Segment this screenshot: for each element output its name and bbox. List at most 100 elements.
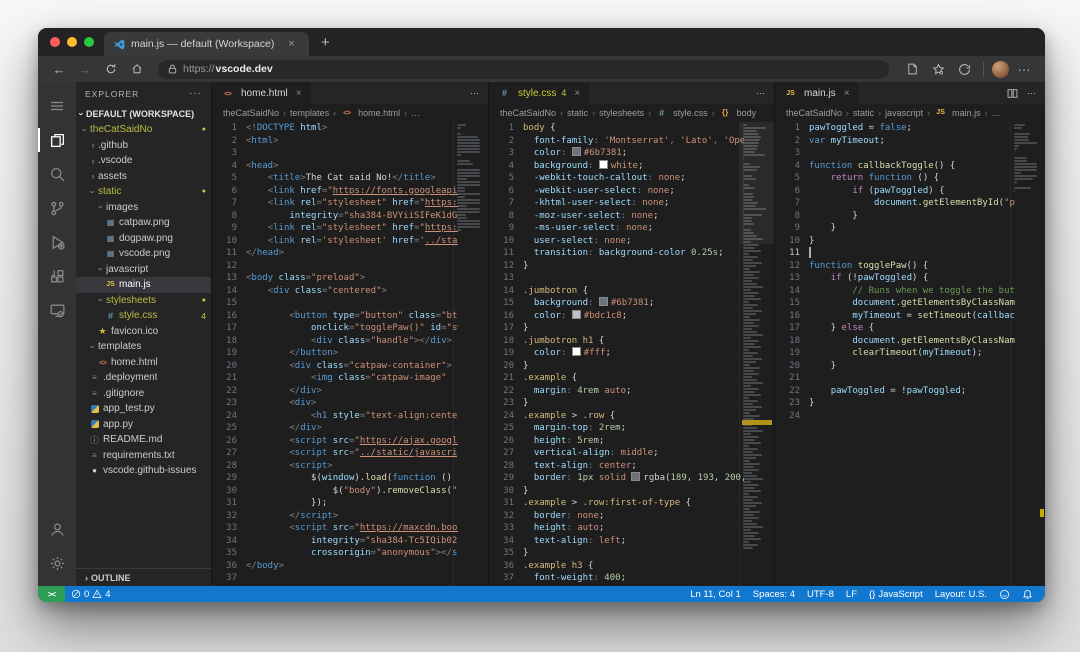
tree-item-catpaw.png[interactable]: ▦catpaw.png [76,215,211,231]
code-line[interactable]: 14 <div class="centered"> [212,285,458,298]
code-line[interactable]: 9 -ms-user-select: none; [489,222,744,235]
code-line[interactable]: 30 $("body").removeClass("preload"); [212,485,458,498]
status-spaces-4[interactable]: Spaces: 4 [747,586,801,602]
breadcrumb-item[interactable]: #style.css [655,108,708,118]
code-line[interactable]: 12} [489,260,744,273]
code-line[interactable]: 18 <div class="handle"></div> [212,335,458,348]
code-line[interactable]: 14.jumbotron { [489,285,744,298]
code-line[interactable]: 10 <link rel='stylesheet' href='../stati… [212,235,458,248]
code-line[interactable]: 34 text-align: left; [489,535,744,548]
code-line[interactable]: 24.example > .row { [489,410,744,423]
problems-status[interactable]: 04 [65,586,117,602]
code-line[interactable]: 13<body class="preload"> [212,272,458,285]
code-line[interactable]: 25 margin-top: 2rem; [489,422,744,435]
code-line[interactable]: 7 <link rel="stylesheet" href="https://m… [212,197,458,210]
breadcrumb-item[interactable]: static [853,108,874,118]
code-line[interactable]: 19 </button> [212,347,458,360]
back-icon[interactable]: ← [48,59,70,79]
code-line[interactable]: 25 </div> [212,422,458,435]
code-line[interactable]: 18.jumbotron h1 { [489,335,744,348]
code-line[interactable]: 33 height: auto; [489,522,744,535]
tree-item-vscode.png[interactable]: ▦vscode.png [76,246,211,262]
code-line[interactable]: 21 <img class="catpaw-image" [212,372,458,385]
code-line[interactable]: 27 vertical-align: middle; [489,447,744,460]
breadcrumb-item[interactable]: … [411,108,420,118]
code-line[interactable]: 8 -moz-user-select: none; [489,210,744,223]
tree-item-vscode.github-issues[interactable]: ●vscode.github-issues [76,463,211,479]
code-line[interactable]: 17 onclick="togglePaw()" id="switch"> [212,322,458,335]
code-line[interactable]: 32 border: none; [489,510,744,523]
code-line[interactable]: 29 $(window).load(function () { [212,472,458,485]
editor-more-icon[interactable]: ··· [470,88,479,98]
status-lf[interactable]: LF [840,586,863,602]
code-line[interactable]: 3 [775,147,1015,160]
code-line[interactable]: 15 background: #6b7381; [489,297,744,310]
tree-item-.github[interactable]: ›.github [76,138,211,154]
code-line[interactable]: 10} [775,235,1015,248]
activity-menu-button[interactable] [38,89,76,123]
close-tab-icon[interactable]: × [288,38,294,50]
code-line[interactable]: 1<!DOCTYPE html> [212,122,458,135]
code-line[interactable]: 31 }); [212,497,458,510]
minimap[interactable] [453,122,488,586]
code-line[interactable]: 11</head> [212,247,458,260]
status-bell[interactable] [1016,586,1039,602]
close-tab-icon[interactable]: × [296,88,302,99]
code-line[interactable]: 28 text-align: center; [489,460,744,473]
code-line[interactable]: 36</body> [212,560,458,573]
code-line[interactable]: 11 [775,247,1015,260]
code-line[interactable]: 8 } [775,210,1015,223]
tree-item-style.css[interactable]: #style.css4 [76,308,211,324]
code-line[interactable]: 16 <button type="button" class="btn-swit… [212,310,458,323]
breadcrumb-item[interactable]: stylesheets [599,108,644,118]
code-line[interactable]: 34 integrity="sha384-Tc5IQib027qvyjSMfHj… [212,535,458,548]
code-line[interactable]: 1pawToggled = false; [775,122,1015,135]
status-ln-11-col-1[interactable]: Ln 11, Col 1 [684,586,747,602]
tree-item-.vscode[interactable]: ›.vscode [76,153,211,169]
close-window-button[interactable] [50,37,60,47]
breadcrumb-item[interactable]: theCatSaidNo [786,108,842,118]
activity-files-button[interactable] [38,123,76,157]
tree-item-templates[interactable]: ›templates [76,339,211,355]
address-bar[interactable]: https:// vscode.dev [158,60,889,79]
breadcrumb-item[interactable]: {}body [719,108,757,118]
code-line[interactable]: 26 <script src="https://ajax.googleapis.… [212,435,458,448]
outline-section[interactable]: › OUTLINE [76,568,211,586]
code-line[interactable]: 15 [212,297,458,310]
tree-item-theCatSaidNo[interactable]: ›theCatSaidNo● [76,122,211,138]
new-tab-button[interactable]: + [309,28,342,56]
code-line[interactable]: 5 <title>The Cat said No!</title> [212,172,458,185]
browser-extension-icon[interactable] [953,59,975,79]
code-line[interactable]: 17} [489,322,744,335]
code-line[interactable]: 16 myTimeout = setTimeout(callbackToggle… [775,310,1015,323]
breadcrumb-item[interactable]: theCatSaidNo [223,108,279,118]
code-line[interactable]: 20} [489,360,744,373]
save-page-icon[interactable] [901,59,923,79]
code-line[interactable]: 2<html> [212,135,458,148]
activity-settings-button[interactable] [38,546,76,580]
breadcrumb-item[interactable]: templates [290,108,329,118]
code-line[interactable]: 3 [212,147,458,160]
code-line[interactable]: 4 background: white; [489,160,744,173]
tree-item-.gitignore[interactable]: ≡.gitignore [76,386,211,402]
tree-item-stylesheets[interactable]: ›stylesheets● [76,293,211,309]
tree-item-assets[interactable]: ›assets [76,169,211,185]
status-utf-8[interactable]: UTF-8 [801,586,840,602]
tab-home.html[interactable]: <>home.html× [212,82,311,104]
code-line[interactable]: 27 <script src="../static/javascript/mai… [212,447,458,460]
code-line[interactable]: 5 -webkit-touch-callout: none; [489,172,744,185]
code-line[interactable]: 6 <link href="https://fonts.googleapis.c… [212,185,458,198]
code-line[interactable]: 35} [489,547,744,560]
code-line[interactable]: 29 border: 1px solid rgba(189, 193, 200,… [489,472,744,485]
code-line[interactable]: 36.example h3 { [489,560,744,573]
code-line[interactable]: 14 // Runs when we toggle the button [775,285,1015,298]
activity-search-button[interactable] [38,157,76,191]
tab-style.css[interactable]: #style.css4× [489,82,589,104]
code-line[interactable]: 9 <link rel="stylesheet" href="https://u… [212,222,458,235]
code-line[interactable]: 9 } [775,222,1015,235]
code-line[interactable]: 33 <script src="https://maxcdn.bootstrap… [212,522,458,535]
code-line[interactable]: 26 height: 5rem; [489,435,744,448]
code-line[interactable]: 20 } [775,360,1015,373]
code-line[interactable]: 6 if (pawToggled) { [775,185,1015,198]
breadcrumb-item[interactable]: <>home.html [340,108,400,118]
